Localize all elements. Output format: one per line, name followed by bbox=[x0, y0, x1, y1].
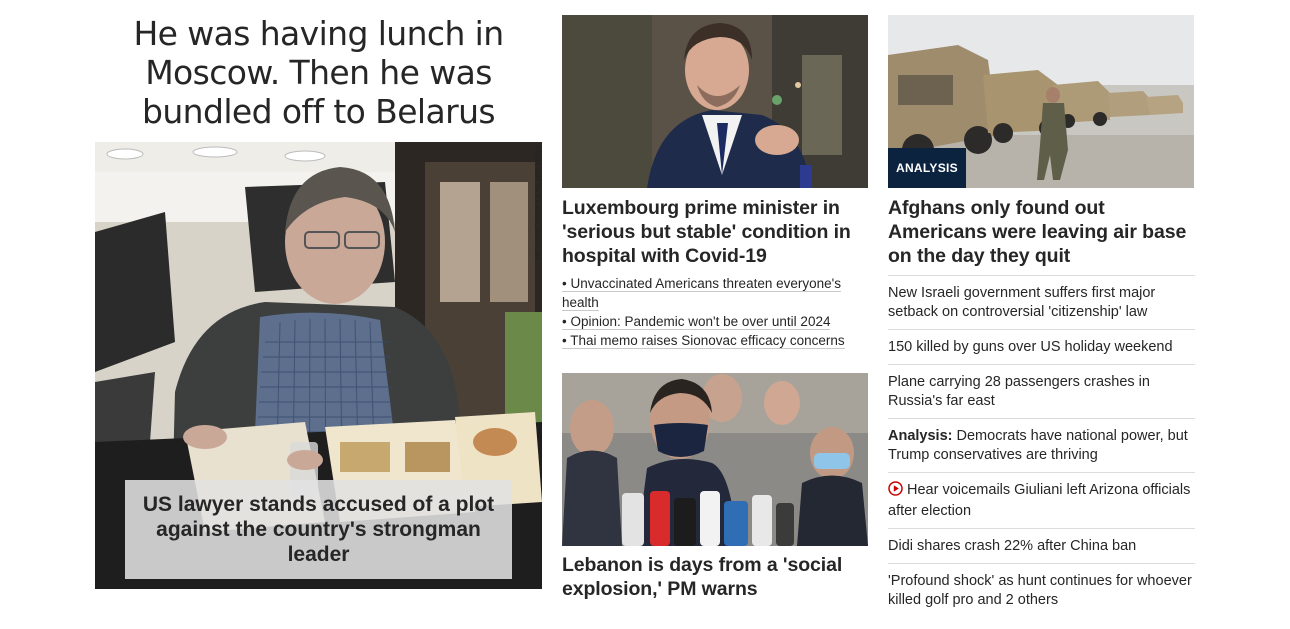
afghans-headline[interactable]: Afghans only found out Americans were le… bbox=[888, 196, 1195, 268]
right-column: ANALYSIS Afghans only found out American… bbox=[888, 15, 1195, 617]
story-link[interactable]: Plane carrying 28 passengers crashes in … bbox=[888, 364, 1195, 418]
lebanon-pm-image bbox=[562, 373, 868, 546]
lebanon-headline[interactable]: Lebanon is days from a 'social explosion… bbox=[562, 553, 869, 601]
photo-credit: FROM ONT TV CHANNEL/YOUTUBE bbox=[533, 146, 541, 261]
lebanon-pm-photo[interactable] bbox=[562, 373, 868, 546]
analysis-prefix: Analysis: bbox=[888, 428, 953, 444]
lead-story: He was having lunch in Moscow. Then he w… bbox=[95, 14, 542, 589]
middle-column: Luxembourg prime minister in 'serious bu… bbox=[562, 15, 869, 601]
luxembourg-headline[interactable]: Luxembourg prime minister in 'serious bu… bbox=[562, 196, 869, 268]
afghan-base-photo[interactable]: ANALYSIS bbox=[888, 15, 1194, 188]
story-link[interactable]: Hear voicemails Giuliani left Arizona of… bbox=[888, 472, 1195, 528]
story-link[interactable]: Analysis: Democrats have national power,… bbox=[888, 418, 1195, 472]
related-link[interactable]: • Thai memo raises Sionovac efficacy con… bbox=[562, 331, 869, 350]
luxembourg-pm-photo[interactable] bbox=[562, 15, 868, 188]
story-link[interactable]: Didi shares crash 22% after China ban bbox=[888, 528, 1195, 563]
related-link[interactable]: • Opinion: Pandemic won't be over until … bbox=[562, 312, 869, 331]
story-list: New Israeli government suffers first maj… bbox=[888, 275, 1195, 617]
related-links: • Unvaccinated Americans threaten everyo… bbox=[562, 274, 869, 350]
play-icon bbox=[888, 481, 903, 502]
luxembourg-pm-image bbox=[562, 15, 868, 188]
related-link[interactable]: • Unvaccinated Americans threaten everyo… bbox=[562, 274, 869, 312]
analysis-badge: ANALYSIS bbox=[888, 148, 966, 188]
lead-caption[interactable]: US lawyer stands accused of a plot again… bbox=[125, 480, 512, 579]
story-link[interactable]: 150 killed by guns over US holiday weeke… bbox=[888, 329, 1195, 364]
story-link[interactable]: New Israeli government suffers first maj… bbox=[888, 275, 1195, 329]
story-link[interactable]: 'Profound shock' as hunt continues for w… bbox=[888, 563, 1195, 617]
lead-headline[interactable]: He was having lunch in Moscow. Then he w… bbox=[95, 14, 542, 131]
